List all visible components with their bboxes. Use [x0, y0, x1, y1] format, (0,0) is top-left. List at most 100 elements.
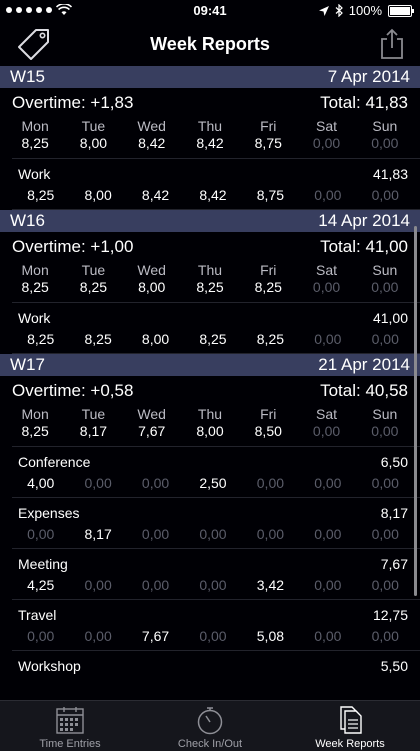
day-hours: 8,25: [21, 279, 49, 295]
task-name: Meeting: [18, 556, 68, 572]
task-total: 12,75: [372, 607, 408, 623]
day-label: Sat: [316, 406, 338, 422]
task-row[interactable]: Expenses 8,17 0,00 8,17 0,00 0,00 0,00 0…: [12, 498, 420, 549]
task-hours: 0,00: [314, 526, 342, 542]
task-hours: 0,00: [314, 577, 342, 593]
scrollbar[interactable]: [414, 226, 417, 596]
page-title: Week Reports: [150, 34, 270, 54]
day-hours: 0,00: [371, 135, 399, 151]
week-report-list[interactable]: W15 7 Apr 2014 Overtime: +1,83 Total: 41…: [0, 66, 420, 700]
task-hours: 0,00: [199, 628, 227, 644]
day-hours: 8,25: [79, 279, 108, 295]
task-name: Conference: [18, 454, 91, 470]
task-hours-row: 0,00 8,17 0,00 0,00 0,00 0,00 0,00: [6, 526, 420, 543]
tab-label: Time Entries: [39, 738, 101, 750]
day-label: Sun: [372, 118, 398, 134]
task-name: Expenses: [18, 505, 80, 521]
task-name: Work: [18, 166, 51, 182]
week-summary[interactable]: Overtime: +1,00 Total: 41,00: [0, 232, 420, 262]
task-hours: 0,00: [84, 577, 112, 593]
task-hours-row: 8,25 8,25 8,00 8,25 8,25 0,00 0,00: [6, 331, 420, 348]
day-label: Thu: [197, 262, 223, 278]
task-hours-row: 4,25 0,00 0,00 0,00 3,42 0,00 0,00: [6, 577, 420, 594]
task-row[interactable]: Work 41,00 8,25 8,25 8,00 8,25 8,25 0,00…: [12, 303, 420, 354]
day-hours: 8,75: [254, 135, 282, 151]
task-hours: 0,00: [371, 526, 399, 542]
task-hours: 0,00: [314, 475, 342, 491]
calendar-icon: [56, 707, 84, 734]
task-hours: 0,00: [256, 475, 285, 491]
task-hours: 0,00: [314, 628, 342, 644]
task-hours: 8,00: [141, 331, 170, 347]
task-row[interactable]: Workshop 5,50: [12, 651, 420, 700]
task-hours: 0,00: [199, 577, 227, 593]
day-label: Fri: [260, 118, 277, 134]
task-hours: 0,00: [84, 475, 112, 491]
task-hours: 0,00: [371, 577, 399, 593]
task-hours: 8,42: [141, 187, 170, 203]
week-header: W15 7 Apr 2014: [0, 66, 420, 88]
task-hours: 8,17: [84, 526, 112, 542]
task-hours: 7,67: [141, 628, 170, 644]
task-hours: 8,25: [84, 331, 112, 347]
task-name: Workshop: [18, 658, 81, 674]
day-label: Tue: [81, 118, 106, 134]
day-hours-row: 8,25 8,25 8,00 8,25 8,25 0,00 0,00: [0, 279, 420, 296]
day-hours: 0,00: [371, 423, 399, 439]
day-hours: 8,50: [254, 423, 282, 439]
documents-icon: [340, 706, 362, 734]
task-hours: 4,25: [27, 577, 55, 593]
task-hours: 8,00: [84, 187, 112, 203]
task-row[interactable]: Travel 12,75 0,00 0,00 7,67 0,00 5,08 0,…: [12, 600, 420, 651]
task-hours: 0,00: [84, 628, 112, 644]
task-total: 41,00: [372, 310, 408, 326]
tab-bar: Time Entries Check In/Out Week Reports: [0, 700, 420, 751]
tab-label: Check In/Out: [177, 738, 243, 750]
task-hours: 0,00: [314, 187, 342, 203]
task-hours: 0,00: [27, 526, 55, 542]
battery-percent: 100%: [348, 3, 382, 18]
day-hours-row: 8,25 8,00 8,42 8,42 8,75 0,00 0,00: [0, 135, 420, 152]
total-label: Total: 40,58: [320, 381, 408, 400]
day-hours: 8,00: [138, 279, 166, 295]
day-label: Mon: [21, 262, 49, 278]
task-hours: 0,00: [141, 577, 170, 593]
task-hours-row: 4,00 0,00 0,00 2,50 0,00 0,00 0,00: [6, 475, 420, 492]
day-hours: 8,00: [79, 135, 108, 151]
task-row[interactable]: Meeting 7,67 4,25 0,00 0,00 0,00 3,42 0,…: [12, 549, 420, 600]
task-hours: 8,75: [256, 187, 285, 203]
share-button[interactable]: [378, 28, 406, 60]
overtime-label: Overtime: +1,00: [12, 237, 134, 256]
day-hours: 8,00: [196, 423, 224, 439]
task-row[interactable]: Conference 6,50 4,00 0,00 0,00 2,50 0,00…: [12, 447, 420, 498]
day-label: Fri: [260, 262, 277, 278]
task-total: 8,17: [380, 505, 408, 521]
tab-week-reports[interactable]: Week Reports: [280, 701, 420, 751]
day-label: Tue: [81, 406, 106, 422]
day-label: Thu: [197, 406, 223, 422]
task-hours: 0,00: [371, 628, 399, 644]
tab-check-in-out[interactable]: Check In/Out: [140, 701, 280, 751]
weekday-header: Mon Tue Wed Thu Fri Sat Sun: [0, 262, 420, 279]
task-name: Travel: [18, 607, 57, 623]
tab-time-entries[interactable]: Time Entries: [0, 701, 140, 751]
day-label: Wed: [137, 118, 166, 134]
day-label: Sat: [316, 118, 338, 134]
task-name: Work: [18, 310, 51, 326]
week-date: 14 Apr 2014: [318, 211, 410, 230]
task-hours: 0,00: [314, 331, 342, 347]
task-row[interactable]: Work 41,83 8,25 8,00 8,42 8,42 8,75 0,00…: [12, 159, 420, 210]
task-hours: 4,00: [27, 475, 55, 491]
week-summary[interactable]: Overtime: +0,58 Total: 40,58: [0, 376, 420, 406]
bluetooth-icon: [335, 4, 343, 17]
task-hours: 5,08: [256, 628, 285, 644]
day-hours: 8,25: [21, 135, 49, 151]
total-label: Total: 41,83: [320, 93, 408, 112]
weekday-header: Mon Tue Wed Thu Fri Sat Sun: [0, 406, 420, 423]
task-hours: 0,00: [371, 187, 399, 203]
week-summary[interactable]: Overtime: +1,83 Total: 41,83: [0, 88, 420, 118]
day-label: Sat: [316, 262, 338, 278]
overtime-label: Overtime: +0,58: [12, 381, 134, 400]
day-label: Wed: [137, 262, 166, 278]
task-hours: 0,00: [199, 526, 227, 542]
